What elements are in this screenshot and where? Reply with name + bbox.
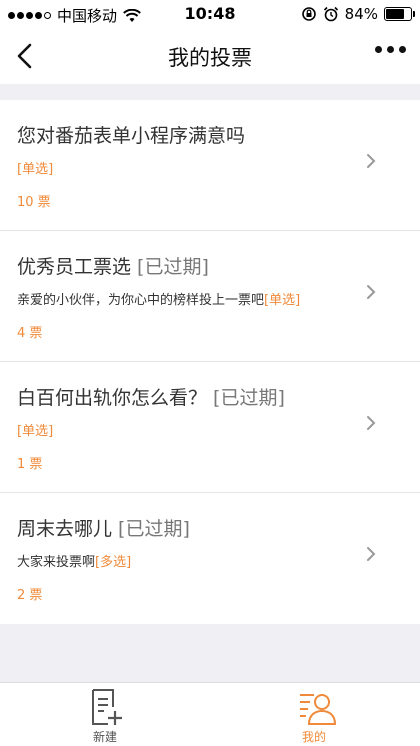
poll-description: 亲爱的小伙伴，为你心中的榜样投上一票吧[单选] [17, 293, 301, 308]
chevron-right-icon [367, 416, 376, 430]
tab-mine-label: 我的 [301, 730, 326, 744]
poll-card[interactable]: 周末去哪儿 [已过期] 大家来投票啊[多选] 2 票 [0, 493, 420, 624]
battery-icon [384, 7, 415, 21]
my-profile-icon [300, 694, 336, 725]
new-form-icon [92, 689, 122, 725]
chevron-right-icon [367, 154, 376, 168]
poll-card[interactable]: 优秀员工票选 [已过期] 亲爱的小伙伴，为你心中的榜样投上一票吧[单选] 4 票 [0, 231, 420, 362]
poll-card[interactable]: 您对番茄表单小程序满意吗 [单选] 10 票 [0, 100, 420, 231]
tab-bar: 新建 我的 [0, 682, 420, 746]
poll-title: 白百何出轨你怎么看？ [已过期] [17, 387, 285, 409]
poll-description: 大家来投票啊[多选] [17, 555, 132, 570]
poll-title: 周末去哪儿 [已过期] [17, 518, 190, 540]
status-bar: 中国移动 10:48 84% [0, 0, 420, 28]
poll-votes: 10 票 [17, 195, 51, 210]
poll-description: [单选] [17, 424, 54, 439]
tab-new-label: 新建 [92, 730, 117, 744]
status-right: 84% [301, 5, 415, 23]
poll-votes: 1 票 [17, 457, 43, 472]
rotation-lock-icon [301, 7, 316, 21]
alarm-icon [323, 6, 338, 22]
poll-card[interactable]: 白百何出轨你怎么看？ [已过期] [单选] 1 票 [0, 362, 420, 493]
chevron-right-icon [367, 547, 376, 561]
poll-list: 您对番茄表单小程序满意吗 [单选] 10 票 优秀员工票选 [已过期] 亲爱的小… [0, 100, 420, 624]
poll-title: 优秀员工票选 [已过期] [17, 256, 209, 278]
nav-bar: 我的投票 [0, 28, 420, 84]
poll-title: 您对番茄表单小程序满意吗 [17, 125, 246, 147]
poll-description: [单选] [17, 162, 54, 177]
tab-new[interactable]: 新建 [65, 687, 145, 745]
page-title: 我的投票 [168, 46, 252, 70]
more-dots-icon[interactable] [375, 46, 406, 53]
tab-mine[interactable]: 我的 [274, 687, 354, 745]
battery-percent: 84% [344, 5, 378, 23]
poll-votes: 4 票 [17, 326, 43, 341]
chevron-right-icon [367, 285, 376, 299]
poll-votes: 2 票 [17, 588, 43, 603]
